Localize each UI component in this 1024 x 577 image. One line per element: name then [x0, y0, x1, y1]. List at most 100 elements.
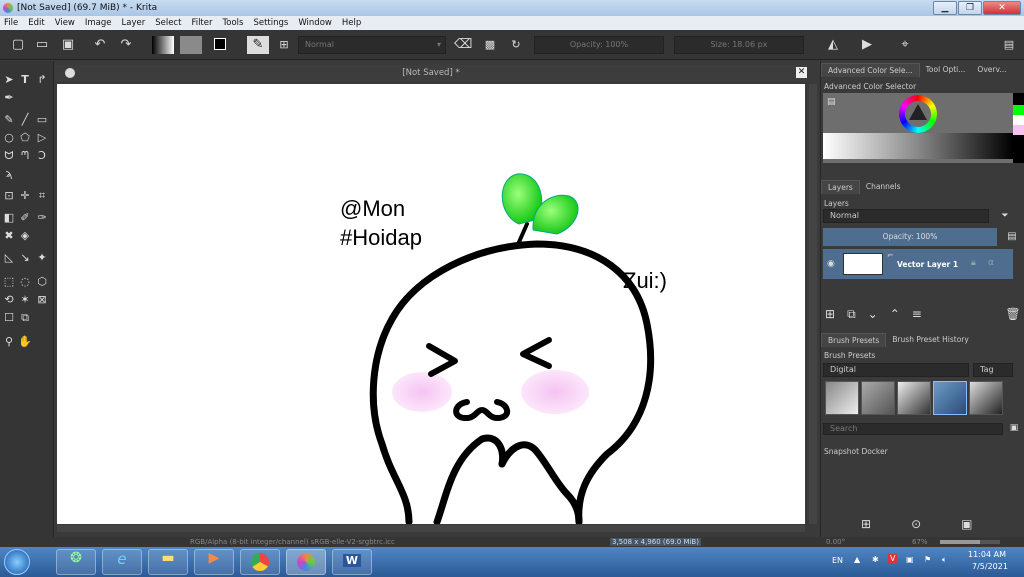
- magnetic-select-tool-icon[interactable]: ⧉: [18, 311, 32, 325]
- redo-icon[interactable]: ↷: [118, 36, 134, 54]
- brush-preset-icon[interactable]: ✎: [247, 36, 269, 54]
- tab-layers[interactable]: Layers: [821, 180, 860, 194]
- preset-marker-selected[interactable]: [933, 381, 967, 415]
- selector-settings-icon[interactable]: ▤: [827, 97, 836, 107]
- new-document-icon[interactable]: ▢: [10, 36, 26, 54]
- taskbar-media[interactable]: ▶: [194, 549, 234, 575]
- close-document-button[interactable]: ✕: [796, 67, 807, 78]
- line-tool-icon[interactable]: ╱: [18, 113, 32, 127]
- duplicate-layer-icon[interactable]: ⧉: [847, 307, 856, 322]
- move-up-icon[interactable]: ⌃: [890, 307, 900, 322]
- freehand-brush-tool-icon[interactable]: ✎: [2, 113, 16, 127]
- layer-filter-icon[interactable]: ⏷: [993, 209, 1017, 223]
- color-picker-tool-icon[interactable]: ✐: [18, 211, 32, 225]
- freehand-path-tool-icon[interactable]: ᘉ: [18, 149, 32, 163]
- dynamic-brush-tool-icon[interactable]: Ɔ: [35, 149, 49, 163]
- start-button[interactable]: [4, 549, 30, 575]
- antivirus-icon[interactable]: V: [888, 554, 898, 563]
- move-tool-icon[interactable]: ✛: [18, 189, 32, 203]
- mirror-vertical-icon[interactable]: ▶: [858, 36, 876, 54]
- ellipse-select-tool-icon[interactable]: ◌: [18, 275, 32, 289]
- rectangle-tool-icon[interactable]: ▭: [35, 113, 49, 127]
- drawing-canvas[interactable]: @Mon #Hoidap Zui:): [57, 84, 805, 524]
- preset-search-input[interactable]: Search: [823, 423, 1003, 435]
- taskbar-chrome[interactable]: [240, 549, 280, 575]
- horizontal-scrollbar[interactable]: [57, 525, 805, 532]
- tab-tool-options[interactable]: Tool Opti...: [920, 63, 972, 77]
- preset-airbrush[interactable]: [861, 381, 895, 415]
- taskbar-app-1[interactable]: ❂: [56, 549, 96, 575]
- layer-row-vector-layer-1[interactable]: ◉ ⌐ Vector Layer 1 🔒︎ α: [823, 249, 1013, 279]
- docker-menu-icon[interactable]: ▤: [1000, 36, 1018, 54]
- freehand-select-tool-icon[interactable]: ⟲: [2, 293, 16, 307]
- volume-icon[interactable]: 🔈︎: [942, 555, 947, 565]
- pan-tool-icon[interactable]: ✋: [18, 335, 32, 349]
- close-window-button[interactable]: ✕: [983, 1, 1021, 15]
- tab-channels[interactable]: Channels: [860, 180, 907, 194]
- taskbar-ie[interactable]: e: [102, 549, 142, 575]
- vertical-scrollbar[interactable]: [809, 84, 817, 524]
- save-preset-icon[interactable]: ▣: [1007, 422, 1021, 434]
- assistant-tool-icon[interactable]: ✖: [2, 229, 16, 243]
- blend-mode-select[interactable]: Normal ▾: [298, 36, 446, 54]
- delete-layer-icon[interactable]: 🗑︎: [1005, 305, 1021, 323]
- menu-filter[interactable]: Filter: [191, 18, 212, 28]
- save-icon[interactable]: ▣: [60, 36, 76, 54]
- open-folder-icon[interactable]: ▭: [34, 36, 50, 54]
- guide-tool-icon[interactable]: ↘: [18, 251, 32, 265]
- tab-advanced-color-selector[interactable]: Advanced Color Sele...: [821, 63, 920, 77]
- layer-opacity-slider[interactable]: Opacity: 100%: [823, 228, 997, 246]
- add-layer-icon[interactable]: ⊞: [825, 307, 835, 322]
- menu-help[interactable]: Help: [342, 18, 361, 28]
- layer-properties-icon[interactable]: ≡: [912, 307, 922, 322]
- bluetooth-icon[interactable]: ✱: [872, 555, 879, 564]
- calligraphy-tool-icon[interactable]: ✒: [2, 91, 16, 105]
- preset-filter-select[interactable]: Digital: [823, 363, 969, 377]
- mirror-horizontal-icon[interactable]: ◭: [824, 36, 842, 54]
- clock-date[interactable]: 7/5/2021: [972, 562, 1008, 571]
- tab-brush-preset-history[interactable]: Brush Preset History: [886, 333, 974, 347]
- taskbar-explorer[interactable]: ▬: [148, 549, 188, 575]
- show-hidden-icons[interactable]: ▲: [854, 555, 860, 564]
- tab-brush-presets[interactable]: Brush Presets: [821, 333, 887, 347]
- layer-blend-select[interactable]: Normal: [823, 209, 989, 223]
- network-icon[interactable]: ⚑: [924, 555, 931, 564]
- maximize-button[interactable]: ❐: [958, 1, 982, 15]
- taskbar-word[interactable]: W: [332, 549, 372, 575]
- ellipse-tool-icon[interactable]: ○: [2, 131, 16, 145]
- camera-icon[interactable]: ⊙: [911, 517, 921, 531]
- undo-icon[interactable]: ↶: [92, 36, 108, 54]
- taskbar-krita[interactable]: [286, 549, 326, 575]
- polygon-tool-icon[interactable]: ⬠: [18, 131, 32, 145]
- wrap-around-icon[interactable]: ⌖: [896, 36, 914, 54]
- menu-image[interactable]: Image: [85, 18, 112, 28]
- delete-snapshot-icon[interactable]: ▣: [961, 517, 972, 531]
- lock-icon[interactable]: 🔒︎: [971, 258, 976, 268]
- sv-triangle[interactable]: [909, 104, 927, 120]
- preset-ink-pen[interactable]: [825, 381, 859, 415]
- layer-thumbnail-toggle-icon[interactable]: ▤: [1003, 228, 1021, 246]
- reference-tool-icon[interactable]: ✦: [35, 251, 49, 265]
- tag-button[interactable]: Tag: [973, 363, 1013, 377]
- reload-preset-icon[interactable]: ↻: [508, 36, 524, 54]
- menu-layer[interactable]: Layer: [122, 18, 146, 28]
- gradient-tool-icon[interactable]: ◧: [2, 211, 16, 225]
- fill-tool-icon[interactable]: ◈: [18, 229, 32, 243]
- eraser-icon[interactable]: ⌫: [454, 36, 472, 54]
- tab-overview[interactable]: Overv...: [971, 63, 1012, 77]
- edit-brush-icon[interactable]: ⊞: [276, 36, 292, 54]
- zoom-tool-icon[interactable]: ⚲: [2, 335, 16, 349]
- device-icon[interactable]: ▣: [906, 555, 914, 564]
- eye-icon[interactable]: ◉: [827, 259, 835, 269]
- color-history-bar[interactable]: [823, 133, 1013, 159]
- language-indicator[interactable]: EN: [832, 556, 843, 565]
- edit-shapes-tool-icon[interactable]: ↱: [35, 73, 49, 87]
- document-tab[interactable]: [Not Saved] * ✕: [55, 65, 807, 81]
- menu-tools[interactable]: Tools: [223, 18, 244, 28]
- measure-tool-icon[interactable]: ◺: [2, 251, 16, 265]
- menu-view[interactable]: View: [55, 18, 75, 28]
- fg-bg-color-icon[interactable]: [212, 36, 234, 54]
- gradient-swatch-icon[interactable]: [152, 36, 174, 54]
- transform-tool-icon[interactable]: ⊡: [2, 189, 16, 203]
- hue-ring[interactable]: [899, 95, 937, 133]
